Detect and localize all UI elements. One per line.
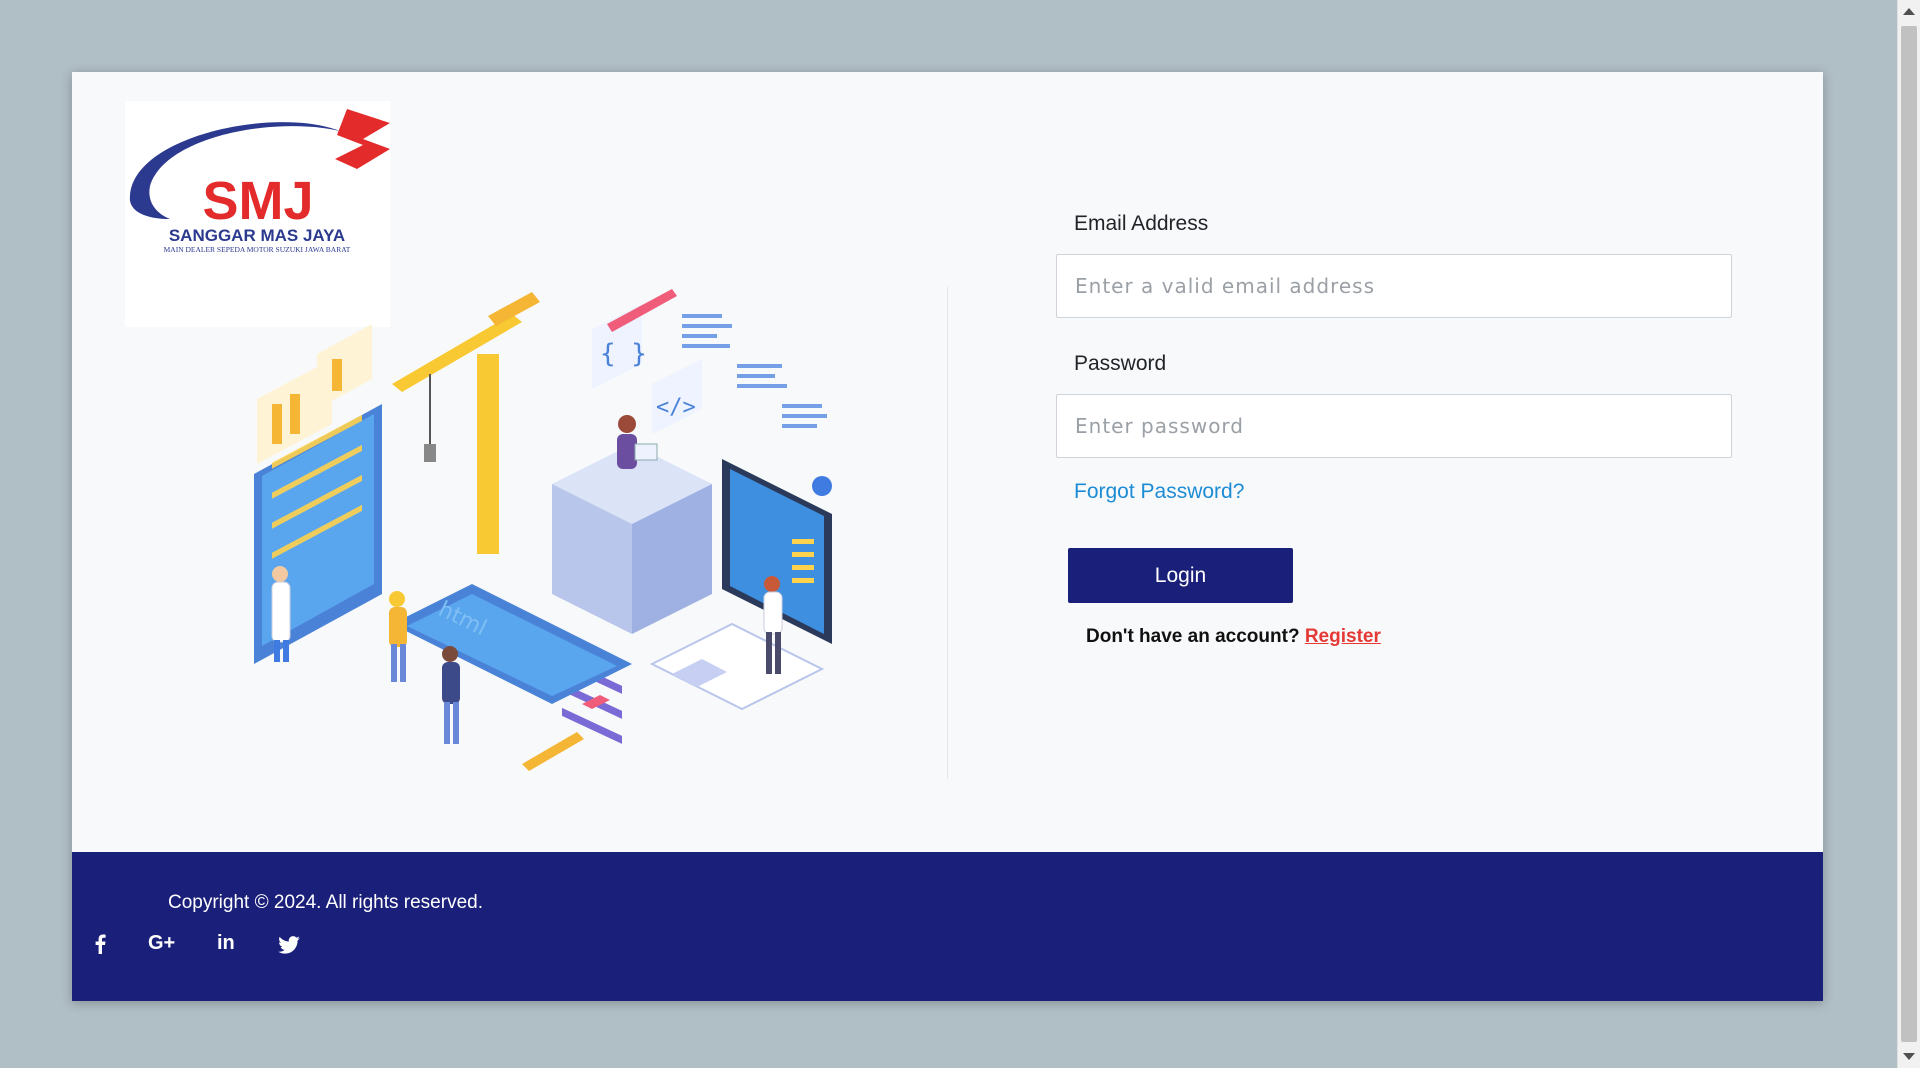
scrollbar-thumb[interactable]: [1901, 26, 1917, 1042]
password-input[interactable]: [1056, 394, 1732, 458]
password-label: Password: [1074, 352, 1167, 375]
scroll-up-arrow-icon[interactable]: [1903, 8, 1915, 15]
vertical-divider: [947, 287, 948, 779]
svg-text:SANGGAR MAS JAYA: SANGGAR MAS JAYA: [169, 226, 345, 245]
email-input[interactable]: [1056, 254, 1732, 318]
svg-text:MAIN DEALER SEPEDA MOTOR SUZUK: MAIN DEALER SEPEDA MOTOR SUZUKI JAWA BAR…: [164, 245, 351, 254]
login-button[interactable]: Login: [1068, 548, 1293, 603]
facebook-icon[interactable]: [94, 934, 106, 954]
register-prompt-text: Don't have an account?: [1086, 626, 1300, 647]
forgot-password-link[interactable]: Forgot Password?: [1074, 480, 1244, 504]
hero-illustration: { } </> html: [232, 284, 872, 784]
google-plus-icon[interactable]: G+: [148, 932, 175, 955]
vertical-scrollbar[interactable]: [1897, 0, 1920, 1068]
scroll-down-arrow-icon[interactable]: [1903, 1053, 1915, 1060]
svg-text:{ }: { }: [600, 339, 647, 369]
svg-text:SMJ: SMJ: [202, 171, 313, 231]
svg-text:</>: </>: [656, 395, 696, 420]
register-link[interactable]: Register: [1305, 626, 1381, 647]
footer: Copyright © 2024. All rights reserved. G…: [72, 852, 1823, 1001]
twitter-icon[interactable]: [278, 936, 300, 954]
email-label: Email Address: [1074, 212, 1209, 235]
login-card: SMJ SANGGAR MAS JAYA MAIN DEALER SEPEDA …: [72, 72, 1823, 1001]
copyright-text: Copyright © 2024. All rights reserved.: [168, 892, 483, 913]
linkedin-icon[interactable]: in: [217, 932, 235, 955]
register-prompt: Don't have an account? Register: [1086, 626, 1381, 648]
